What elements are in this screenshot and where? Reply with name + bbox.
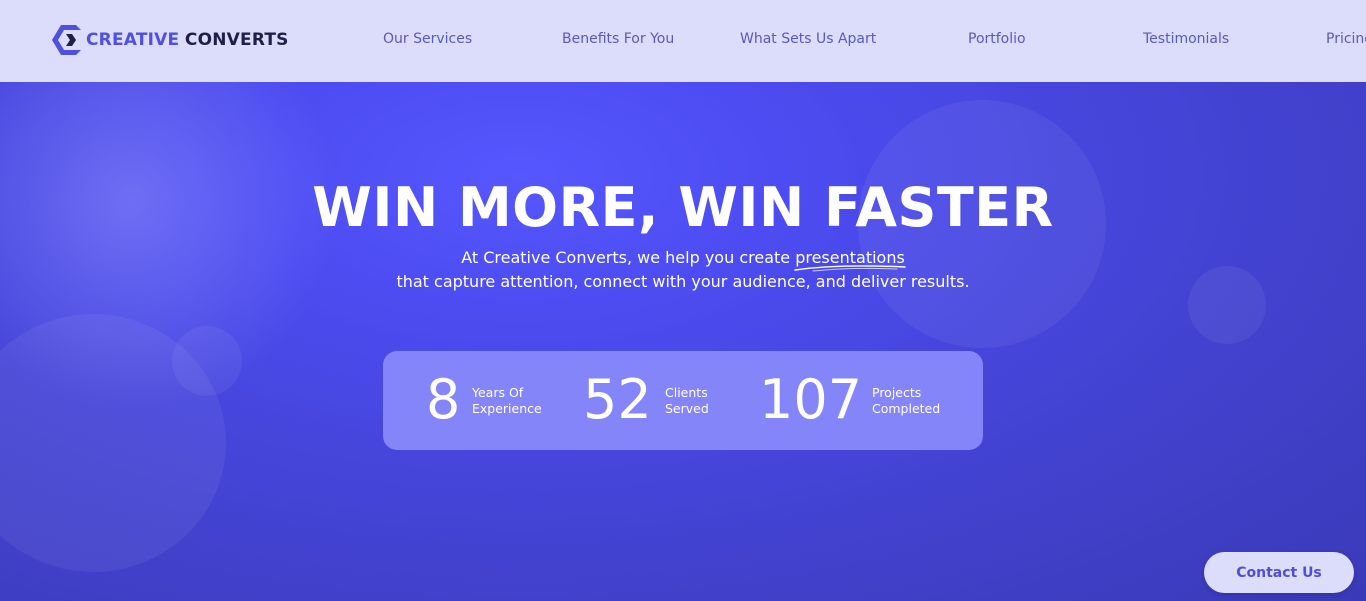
scribble-underline-icon (794, 265, 906, 272)
brand-name-part1: CREATIVE (86, 30, 180, 50)
stat-label-line2: Completed (872, 401, 941, 416)
stat-number-projects: 107 (759, 368, 863, 431)
contact-us-button[interactable]: Contact Us (1204, 552, 1354, 593)
stat-label-years: Years Of Experience (472, 385, 542, 417)
hero-section: WIN MORE, WIN FASTER At Creative Convert… (0, 82, 1366, 601)
stat-label-line1: Years Of (472, 385, 524, 400)
stat-label-line1: Clients (665, 385, 708, 400)
decor-bubble (172, 326, 242, 396)
nav-link-benefits[interactable]: Benefits For You (562, 31, 674, 47)
hero-subtitle-prefix: At Creative Converts, we help you create (461, 248, 796, 267)
nav-link-testimonials[interactable]: Testimonials (1143, 31, 1229, 47)
brand-name-part2: CONVERTS (184, 30, 289, 50)
nav-link-our-services[interactable]: Our Services (383, 31, 472, 47)
stat-label-projects: Projects Completed (872, 385, 940, 417)
hero-title: WIN MORE, WIN FASTER (312, 176, 1054, 239)
stat-label-line1: Projects (872, 385, 922, 400)
stats-panel: 8 Years Of Experience 52 Clients Served 10… (383, 351, 983, 450)
brand-name: CREATIVE CONVERTS (86, 30, 289, 50)
brand-logo[interactable]: CREATIVE CONVERTS (52, 24, 289, 56)
stat-label-line2: Served (665, 401, 709, 416)
stat-number-clients: 52 (583, 368, 652, 431)
stat-number-years: 8 (426, 368, 461, 431)
nav-link-what-sets-us-apart[interactable]: What Sets Us Apart (740, 31, 876, 47)
hero-subtitle-line2: that capture attention, connect with you… (396, 272, 970, 291)
stat-label-clients: Clients Served (665, 385, 709, 417)
stat-label-line2: Experience (472, 401, 542, 416)
top-navbar: CREATIVE CONVERTS Our Services Benefits … (0, 0, 1366, 82)
logo-mark-icon (52, 25, 81, 55)
nav-link-portfolio[interactable]: Portfolio (968, 31, 1026, 47)
hero-subtitle-line1: At Creative Converts, we help you create… (0, 248, 1366, 272)
highlight-word: presentations (794, 248, 906, 272)
nav-link-pricing[interactable]: Pricing (1326, 31, 1366, 47)
